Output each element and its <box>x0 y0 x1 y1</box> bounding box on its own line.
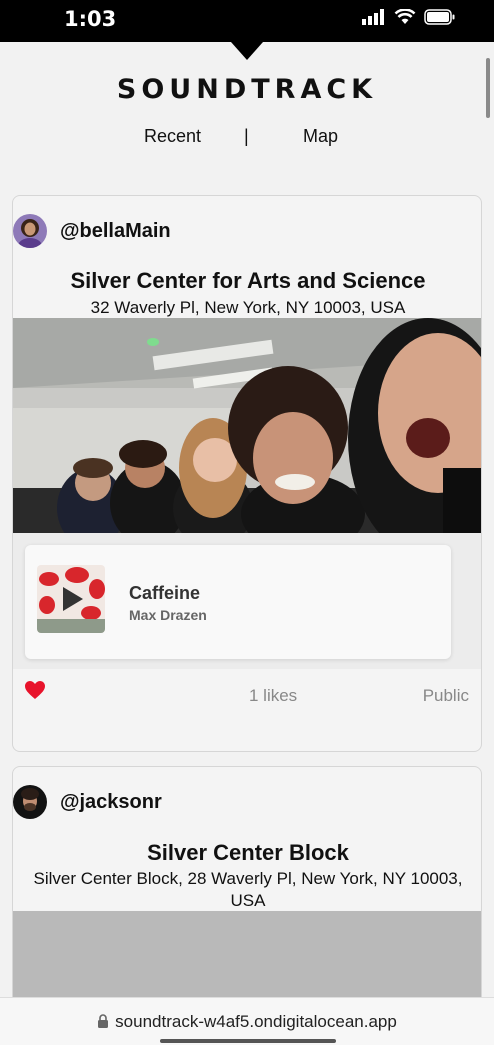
battery-icon <box>424 9 455 25</box>
place-address: 32 Waverly Pl, New York, NY 10003, USA <box>90 298 406 317</box>
nav-separator: | <box>244 126 249 146</box>
status-icons <box>362 9 456 25</box>
signal-icon <box>362 9 384 25</box>
menu-toggle-arrow[interactable] <box>231 42 263 60</box>
status-bar: 1:03 <box>0 0 494 42</box>
song-artist: Max Drazen <box>129 607 207 623</box>
likes-count: 1 likes <box>249 686 298 705</box>
top-nav: Recent | Map <box>0 126 494 148</box>
wifi-icon <box>394 9 416 24</box>
song-section: Caffeine Max Drazen <box>13 533 481 669</box>
app-title: SOUNDTRACK <box>116 74 378 105</box>
nav-recent-link[interactable]: Recent <box>144 126 201 147</box>
post-photo <box>13 318 481 534</box>
album-art[interactable] <box>37 565 105 633</box>
nav-map-link[interactable]: Map <box>303 126 338 147</box>
lock-icon <box>98 1014 109 1028</box>
browser-url-bar[interactable]: soundtrack-w4af5.ondigitalocean.app <box>0 997 494 1045</box>
url-display[interactable]: soundtrack-w4af5.ondigitalocean.app <box>0 1012 494 1032</box>
post-username[interactable]: @bellaMain <box>60 220 171 243</box>
url-text: soundtrack-w4af5.ondigitalocean.app <box>115 1012 397 1031</box>
place-name: Silver Center Block <box>147 840 349 865</box>
place-address: Silver Center Block, 28 Waverly Pl, New … <box>33 869 463 910</box>
post-username[interactable]: @jacksonr <box>60 791 162 814</box>
song-title: Caffeine <box>129 583 201 603</box>
post-card: @bellaMain Silver Center for Arts and Sc… <box>12 195 482 752</box>
avatar[interactable] <box>13 785 47 819</box>
home-indicator[interactable] <box>160 1039 336 1043</box>
post-author[interactable]: @jacksonr <box>13 784 162 820</box>
song-card[interactable]: Caffeine Max Drazen <box>25 545 451 659</box>
place-name: Silver Center for Arts and Science <box>70 268 426 293</box>
post-author[interactable]: @bellaMain <box>13 213 171 249</box>
visibility-label: Public <box>422 686 469 705</box>
heart-icon[interactable] <box>24 680 46 700</box>
status-time: 1:03 <box>64 7 117 31</box>
avatar[interactable] <box>13 214 47 248</box>
